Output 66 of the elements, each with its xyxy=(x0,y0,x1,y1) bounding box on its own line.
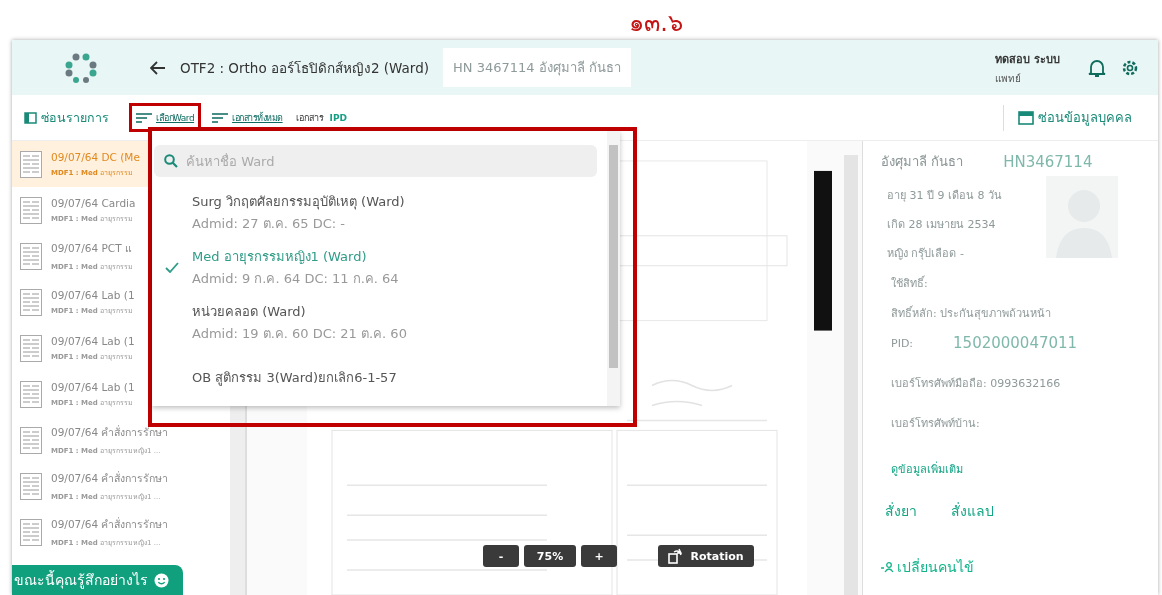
patient-detail: อายุ 31 ปี 9 เดือน 8 วัน xyxy=(887,188,1002,204)
more-info-link[interactable]: ดูข้อมูลเพิ่มเติม xyxy=(891,460,1158,478)
document-title: 09/07/64 คำสั่งการรักษา xyxy=(51,470,169,486)
filter-button[interactable]: เอกสารทั้งหมด xyxy=(209,103,286,132)
ward-option[interactable]: OB สูติกรรม 3(Ward)ยกเลิก6-1-57 xyxy=(152,350,607,406)
ward-option[interactable]: Surg วิกฤตศัลยกรรมอุบัติเหตุ (Ward) Admid: 27 ต.ค. 65 DC: - xyxy=(152,185,607,241)
document-title: 09/07/64 คำสั่งการรักษา xyxy=(51,516,169,532)
patient-right: ใช้สิทธิ์: xyxy=(891,274,929,292)
filter-icon xyxy=(212,112,229,123)
hide-profile-button[interactable]: ซ่อนข้อมูลบุคคล xyxy=(1018,107,1132,128)
rotation-button[interactable]: Rotation xyxy=(658,545,754,567)
document-thumbnail-icon xyxy=(20,288,42,316)
ward-title: OTF2 : Ortho ออร์โธปิดิกส์หญิง2 (Ward) xyxy=(180,58,429,78)
annotation-title: ๑๓.๖ xyxy=(629,8,683,39)
search-icon xyxy=(164,154,178,168)
feedback-button[interactable]: ขณะนี้คุณรู้สึกอย่างไร xyxy=(12,565,183,595)
panel-icon xyxy=(1018,110,1034,125)
zoom-out-button[interactable]: - xyxy=(483,545,519,567)
patient-right: สิทธิ์หลัก: ประกันสุขภาพถ้วนหน้า xyxy=(891,304,1053,322)
document-type-value[interactable]: IPD xyxy=(329,112,347,123)
patient-detail: เกิด 28 เมษายน 2534 xyxy=(887,217,997,233)
patient-name: อังศุมาลี กันธา xyxy=(881,153,964,172)
document-title: 09/07/64 Lab (1 xyxy=(51,380,135,393)
ward-option[interactable]: หน่วยคลอด (Ward) Admid: 19 ต.ค. 60 DC: 21 ต.ค. 60 xyxy=(152,295,607,351)
hide-list-button[interactable]: ซ่อนรายการ xyxy=(24,107,109,128)
action-link[interactable]: สั่งแลป xyxy=(951,500,994,522)
pid-label: PID: xyxy=(891,336,914,350)
patient-hn: HN3467114 xyxy=(1003,152,1093,171)
document-title: 09/07/64 คำสั่งการรักษา xyxy=(51,424,169,440)
bell-icon[interactable] xyxy=(1088,57,1106,78)
zoom-level: 75% xyxy=(524,545,576,567)
panel-icon xyxy=(24,111,37,124)
smiley-icon xyxy=(154,572,169,588)
phone-number: เบอร์โทรศัพท์มือถือ: 0993632166 xyxy=(891,376,1062,392)
document-title: 09/07/64 PCT แ xyxy=(51,241,133,256)
document-type-label: เอกสาร xyxy=(295,111,324,125)
document-thumbnail-icon xyxy=(20,334,42,362)
ward-option[interactable]: Med อายุรกรรมหญิง1 (Ward) Admid: 9 ก.ค. 64 DC: 11 ก.ค. 64 xyxy=(152,240,607,296)
document-thumbnail-icon xyxy=(20,196,42,224)
document-title: 09/07/64 Cardia xyxy=(51,196,136,209)
pid-value: 1502000047011 xyxy=(953,334,1078,352)
action-link[interactable]: สั่งยา xyxy=(885,500,917,522)
document-thumbnail-icon xyxy=(20,426,42,454)
phone-number: เบอร์โทรศัพท์บ้าน: xyxy=(891,416,981,432)
zoom-in-button[interactable]: + xyxy=(581,545,617,567)
patient-badge: HN 3467114 อังศุมาลี กันธา xyxy=(443,48,631,87)
document-title: 09/07/64 Lab (1 xyxy=(51,288,135,301)
check-icon xyxy=(165,262,179,274)
back-arrow-icon[interactable] xyxy=(150,60,166,75)
rotate-icon xyxy=(668,548,683,564)
user-role: แพทย์ xyxy=(995,71,1023,86)
ward-search-field[interactable]: ค้นหาชื่อ Ward xyxy=(154,145,597,177)
patient-detail: หญิง กรุ๊ปเลือด - xyxy=(887,246,965,262)
document-thumbnail-icon xyxy=(20,472,42,500)
filter-icon xyxy=(136,112,152,123)
document-thumbnail-icon xyxy=(20,150,42,178)
document-thumbnail-icon xyxy=(20,518,42,546)
change-patient-link[interactable]: เปลี่ยนคนไข้ xyxy=(881,556,1158,578)
person-icon xyxy=(881,561,894,573)
document-title: 09/07/64 DC (Me xyxy=(51,150,140,163)
document-title: 09/07/64 Lab (1 xyxy=(51,334,135,347)
document-thumbnail-icon xyxy=(20,242,42,270)
logo-icon xyxy=(64,52,98,83)
document-thumbnail-icon xyxy=(20,380,42,408)
scrollbar[interactable] xyxy=(607,131,620,406)
user-name: ทดสอบ ระบบ xyxy=(995,51,1060,68)
